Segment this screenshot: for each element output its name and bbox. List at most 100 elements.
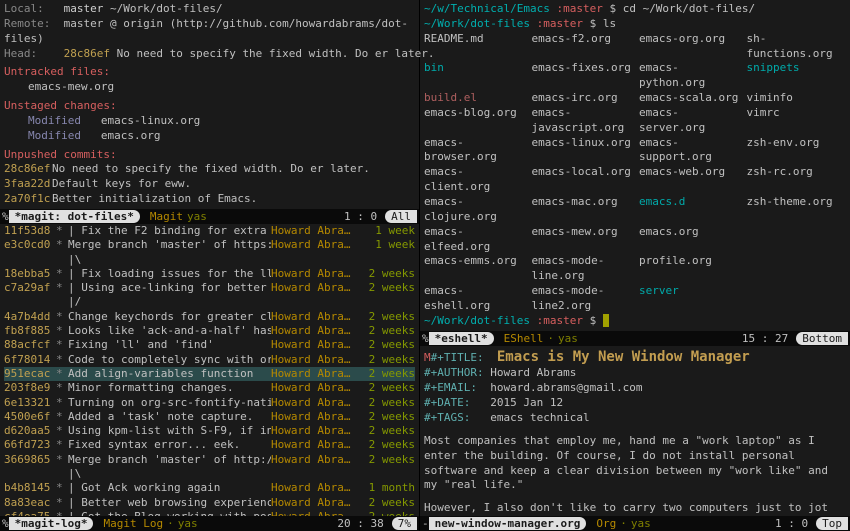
major-mode: EShell: [504, 332, 544, 345]
scroll-pct: Top: [816, 517, 848, 530]
magit-log-modeline: % *magit-log* Magit Log · yas 20 : 38 7%: [0, 516, 419, 531]
graph-char: *: [56, 481, 68, 495]
commit-author: Howard Abra…: [271, 481, 359, 495]
major-mode: Magit: [150, 210, 183, 223]
log-row[interactable]: 18ebba5*| Fix loading issues for the ll …: [4, 267, 415, 281]
modified-file[interactable]: emacs.org: [101, 129, 161, 142]
commit-author: Howard Abra…: [271, 396, 359, 410]
commit-author: Howard Abra…: [271, 410, 359, 424]
commit-msg: Fixed syntax error... eek.: [68, 438, 271, 452]
commit-author: [271, 295, 359, 309]
modeline-prefix: %: [2, 210, 9, 223]
graph-char: *: [56, 281, 68, 295]
commit-date: 2 weeks: [359, 310, 415, 324]
cursor-pos: 1 : 0: [775, 517, 808, 530]
commit-hash: 8a83eac: [4, 496, 56, 510]
commit-row[interactable]: 2a70f1cBetter initialization of Emacs.: [4, 192, 415, 207]
untracked-file[interactable]: emacs-mew.org: [28, 80, 415, 95]
commit-date: [359, 295, 415, 309]
prompt-branch: :master: [537, 314, 583, 327]
log-row[interactable]: |\: [4, 467, 415, 481]
log-row[interactable]: |\: [4, 253, 415, 267]
log-row[interactable]: 4500e6f*Added a 'task' note capture.Howa…: [4, 410, 415, 424]
commit-author: Howard Abra…: [271, 324, 359, 338]
graph-char: [56, 253, 68, 267]
author-meta: #+AUTHOR:: [424, 366, 484, 379]
head-msg: No need to specify the fixed width. Do e…: [117, 47, 435, 60]
org-modeline: - new-window-manager.org Org · yas 1 : 0…: [420, 516, 850, 531]
magit-status-buffer[interactable]: Local: master ~/Work/dot-files/ Remote: …: [0, 0, 419, 209]
log-row[interactable]: 3669865* Merge branch 'master' of http:/…: [4, 453, 415, 467]
commit-hash: 203f8e9: [4, 381, 56, 395]
doc-email: howard.abrams@gmail.com: [490, 381, 642, 394]
log-row[interactable]: fb8f885*Looks like 'ack-and-a-half' has …: [4, 324, 415, 338]
commit-author: Howard Abra…: [271, 453, 359, 467]
commit-hash: 11f53d8: [4, 224, 56, 238]
log-row[interactable]: 951ecac*Add align-variables function How…: [4, 367, 415, 381]
commit-row[interactable]: 3faa22dDefault keys for eww.: [4, 177, 415, 192]
local-label: Local:: [4, 2, 44, 15]
log-row[interactable]: 6e13321*Turning on org-src-fontify-nativ…: [4, 396, 415, 410]
shell-prompt-cursor[interactable]: $: [590, 314, 597, 327]
log-row[interactable]: 203f8e9*Minor formatting changes.Howard …: [4, 381, 415, 395]
log-row[interactable]: b4b8145*| Got Ack working againHoward Ab…: [4, 481, 415, 495]
graph-char: *: [56, 453, 68, 467]
log-row[interactable]: 11f53d8*| Fix the F2 binding for extra c…: [4, 224, 415, 238]
cursor-pos: 15 : 27: [742, 332, 788, 345]
ls-entry: emacs.d: [639, 195, 739, 225]
ls-entry: emacs-javascript.org: [532, 106, 632, 136]
cursor-pos: 20 : 38: [337, 517, 383, 530]
commit-author: Howard Abra…: [271, 438, 359, 452]
commit-date: 1 week: [359, 224, 415, 238]
ls-entry: emacs-mew.org: [532, 225, 632, 255]
commit-msg: Looks like 'ack-and-a-half' has been fix…: [68, 324, 271, 338]
commit-author: Howard Abra…: [271, 267, 359, 281]
graph-char: *: [56, 324, 68, 338]
modified-file[interactable]: emacs-linux.org: [101, 114, 200, 127]
org-buffer[interactable]: M#+TITLE: Emacs is My New Window Manager…: [420, 346, 850, 516]
minor-mode-yas: yas: [558, 332, 578, 345]
log-row[interactable]: 6f78014*Code to completely sync with org…: [4, 353, 415, 367]
log-row[interactable]: d620aa5*Using kpm-list with S-F9, if ins…: [4, 424, 415, 438]
ls-entry: emacs-eshell.org: [424, 284, 524, 314]
buffer-name: *magit-log*: [9, 517, 94, 530]
log-row[interactable]: 8a83eac*| Better web browsing experience…: [4, 496, 415, 510]
unpushed-heading[interactable]: Unpushed commits:: [4, 148, 415, 163]
ls-entry: emacs-server.org: [639, 106, 739, 136]
unstaged-heading[interactable]: Unstaged changes:: [4, 99, 415, 114]
log-row[interactable]: |/: [4, 295, 415, 309]
eshell-buffer[interactable]: ~/w/Technical/Emacs :master $ cd ~/Work/…: [420, 0, 850, 331]
ls-entry: profile.org: [639, 254, 739, 284]
shell-command: $ ls: [590, 17, 617, 30]
commit-msg: Add align-variables function: [68, 367, 271, 381]
commit-msg: |\: [68, 467, 271, 481]
ls-entry: emacs-client.org: [424, 165, 524, 195]
log-row[interactable]: 66fd723*Fixed syntax error... eek.Howard…: [4, 438, 415, 452]
graph-char: *: [56, 238, 68, 252]
commit-author: Howard Abra…: [271, 353, 359, 367]
graph-char: *: [56, 367, 68, 381]
log-row[interactable]: 88acfcf*Fixing 'll' and 'find'Howard Abr…: [4, 338, 415, 352]
commit-hash: 3669865: [4, 453, 56, 467]
doc-title: Emacs is My New Window Manager: [497, 349, 750, 365]
commit-hash: 6f78014: [4, 353, 56, 367]
ls-entry: emacs-emms.org: [424, 254, 524, 284]
commit-row[interactable]: 28c86efNo need to specify the fixed widt…: [4, 162, 415, 177]
magit-log-buffer[interactable]: 11f53d8*| Fix the F2 binding for extra c…: [0, 224, 419, 516]
log-row[interactable]: 4a7b4dd*Change keychords for greater cla…: [4, 310, 415, 324]
commit-hash: fb8f885: [4, 324, 56, 338]
log-row[interactable]: e3c0cd0* Merge branch 'master' of https:…: [4, 238, 415, 252]
commit-msg: Merge branch 'master' of http://github.c…: [68, 453, 271, 467]
commit-hash: 4a7b4dd: [4, 310, 56, 324]
commit-date: 2 weeks: [359, 496, 415, 510]
graph-char: *: [56, 410, 68, 424]
commit-msg: Code to completely sync with org-trello: [68, 353, 271, 367]
doc-tags: emacs technical: [490, 411, 589, 424]
commit-msg: | Better web browsing experience in Emac…: [68, 496, 271, 510]
log-row[interactable]: c7a29af*| Using ace-linking for better n…: [4, 281, 415, 295]
commit-hash: 4500e6f: [4, 410, 56, 424]
ls-entry: snippets: [747, 61, 847, 91]
major-mode: Org: [596, 517, 616, 530]
scroll-pct: All: [385, 210, 417, 223]
untracked-heading[interactable]: Untracked files:: [4, 65, 415, 80]
